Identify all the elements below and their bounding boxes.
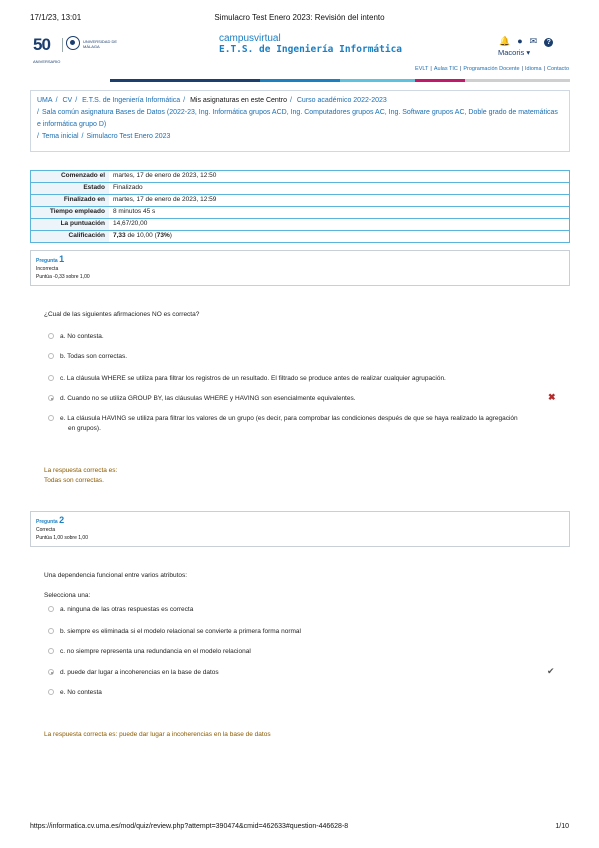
answer-option[interactable]: e. No contesta — [48, 688, 548, 698]
summary-key: Tiempo empleado — [30, 206, 109, 219]
summary-value: martes, 17 de enero de 2023, 12:59 — [109, 194, 570, 207]
summary-value: martes, 17 de enero de 2023, 12:50 — [109, 170, 570, 183]
question-number: Pregunta 1 — [36, 254, 65, 265]
answer-option[interactable]: a. No contesta. — [48, 332, 548, 342]
question-score: Puntúa 1,00 sobre 1,00 — [36, 535, 88, 541]
summary-value: 14,67/20,00 — [109, 218, 570, 231]
answer-option[interactable]: b. siempre es eliminada si el modelo rel… — [48, 627, 548, 637]
crumb-simulacro[interactable]: Simulacro Test Enero 2023 — [86, 133, 170, 140]
chat-icon[interactable]: ● — [517, 36, 522, 46]
summary-value: 7,33 de 10,00 (73%) — [113, 232, 172, 239]
campus-title[interactable]: campusvirtual E.T.S. de Ingeniería Infor… — [219, 33, 402, 55]
radio-button-selected[interactable] — [48, 669, 54, 675]
help-icon[interactable]: ? — [544, 38, 554, 47]
question-status: Correcta — [36, 527, 56, 533]
radio-button[interactable] — [48, 606, 54, 612]
crumb-uma[interactable]: UMA — [37, 97, 53, 104]
campus-line1: campusvirtual — [219, 33, 281, 44]
table-row: Comenzado el martes, 17 de enero de 2023,… — [30, 170, 570, 183]
summary-value: Finalizado — [109, 182, 570, 195]
mail-icon[interactable]: ✉ — [530, 36, 538, 47]
top-links: EVLT | Aulas TIC | Programación Docente | Idio… — [415, 66, 569, 72]
answer-option[interactable]: e. La cláusula HAVING se utiliza para fi… — [48, 414, 568, 434]
answer-option[interactable]: b. Todas son correctas. — [48, 352, 548, 362]
summary-value: 8 minutos 45 s — [109, 206, 570, 219]
table-row: Estado Finalizado — [30, 182, 570, 195]
print-url: https://informatica.cv.uma.es/mod/quiz/r… — [30, 823, 349, 830]
correct-answer-feedback: La respuesta correcta es: Todas son corr… — [44, 467, 118, 484]
radio-button[interactable] — [48, 375, 54, 381]
attempt-summary-table: Comenzado el martes, 17 de enero de 2023,… — [30, 170, 570, 243]
header-icons: 🔔 ● ✉? — [499, 36, 560, 47]
question-text: ¿Cual de las siguientes afirmaciones NO … — [44, 311, 200, 318]
table-row: Calificación 7,33 de 10,00 (73%) — [30, 230, 570, 243]
print-page-number: 1/10 — [555, 823, 569, 830]
link-idioma[interactable]: Idioma — [525, 66, 542, 72]
answer-option[interactable]: c. La cláusula WHERE se utiliza para fil… — [48, 374, 558, 384]
radio-button[interactable] — [48, 628, 54, 634]
crumb-curso[interactable]: Curso académico 2022-2023 — [297, 97, 387, 104]
correct-check-icon: ✔ — [547, 666, 555, 676]
question-status: Incorrecta — [36, 266, 59, 272]
anniversary-logo[interactable]: 50 ANIVERSARIO — [33, 36, 60, 70]
link-aulas-tic[interactable]: Aulas TIC — [434, 66, 458, 72]
user-name: Macoris — [498, 48, 525, 57]
crumb-tema[interactable]: Tema inicial — [42, 133, 79, 140]
link-contacto[interactable]: Contacto — [547, 66, 569, 72]
logo-divider — [62, 38, 63, 52]
radio-button[interactable] — [48, 415, 54, 421]
uma-logo-text: UNIVERSIDAD DE MÁLAGA — [83, 39, 118, 49]
answer-option-selected[interactable]: d. Cuando no se utiliza GROUP BY, las cl… — [48, 394, 548, 404]
color-stripe — [30, 79, 570, 82]
uma-seal-icon — [66, 36, 80, 50]
link-evlt[interactable]: EVLT — [415, 66, 428, 72]
answer-option[interactable]: a. ninguna de las otras respuestas es co… — [48, 605, 548, 615]
radio-button-selected[interactable] — [48, 395, 54, 401]
table-row: La puntuación 14,67/20,00 — [30, 218, 570, 231]
summary-key: Calificación — [30, 230, 109, 243]
campus-line2: E.T.S. de Ingeniería Informática — [219, 44, 403, 55]
answer-option[interactable]: c. no siempre representa una redundancia… — [48, 647, 548, 657]
radio-button[interactable] — [48, 333, 54, 339]
table-row: Finalizado en martes, 17 de enero de 2023… — [30, 194, 570, 207]
radio-button[interactable] — [48, 648, 54, 654]
logo-text: 50 — [33, 35, 51, 54]
summary-key: La puntuación — [30, 218, 109, 231]
table-row: Tiempo empleado 8 minutos 45 s — [30, 206, 570, 219]
summary-key: Estado — [30, 182, 109, 195]
breadcrumb: UMA / CV / E.T.S. de Ingeniería Informátic… — [30, 90, 570, 152]
incorrect-icon: ✖ — [548, 392, 556, 402]
crumb-asignaturas: Mis asignaturas en este Centro — [190, 97, 287, 104]
user-menu[interactable]: Macoris ▾ — [498, 48, 530, 57]
question-1-info: Pregunta 1 Incorrecta Puntúa -0,33 sobre… — [30, 250, 570, 286]
question-text: Una dependencia funcional entre varios a… — [44, 572, 188, 579]
summary-key: Finalizado en — [30, 194, 109, 207]
bell-icon[interactable]: 🔔 — [499, 36, 510, 47]
crumb-etsi[interactable]: E.T.S. de Ingeniería Informática — [82, 97, 180, 104]
crumb-cv[interactable]: CV — [62, 97, 72, 104]
logo-subtext: ANIVERSARIO — [33, 59, 61, 64]
summary-key: Comenzado el — [30, 170, 109, 183]
crumb-sala-comun[interactable]: Sala común asignatura Bases de Datos (20… — [37, 109, 558, 128]
radio-button[interactable] — [48, 689, 54, 695]
answer-option-selected[interactable]: d. puede dar lugar a incoherencias en la… — [48, 668, 548, 678]
radio-button[interactable] — [48, 353, 54, 359]
question-number: Pregunta 2 — [36, 515, 65, 526]
question-2-info: Pregunta 2 Correcta Puntúa 1,00 sobre 1,… — [30, 511, 570, 547]
link-programacion[interactable]: Programación Docente — [463, 66, 519, 72]
question-score: Puntúa -0,33 sobre 1,00 — [36, 274, 90, 280]
select-one-label: Selecciona una: — [44, 592, 91, 599]
print-title: Simulacro Test Enero 2023: Revisión del … — [214, 13, 385, 22]
chevron-down-icon: ▾ — [526, 48, 531, 57]
correct-answer-feedback: La respuesta correcta es: puede dar luga… — [44, 731, 271, 738]
